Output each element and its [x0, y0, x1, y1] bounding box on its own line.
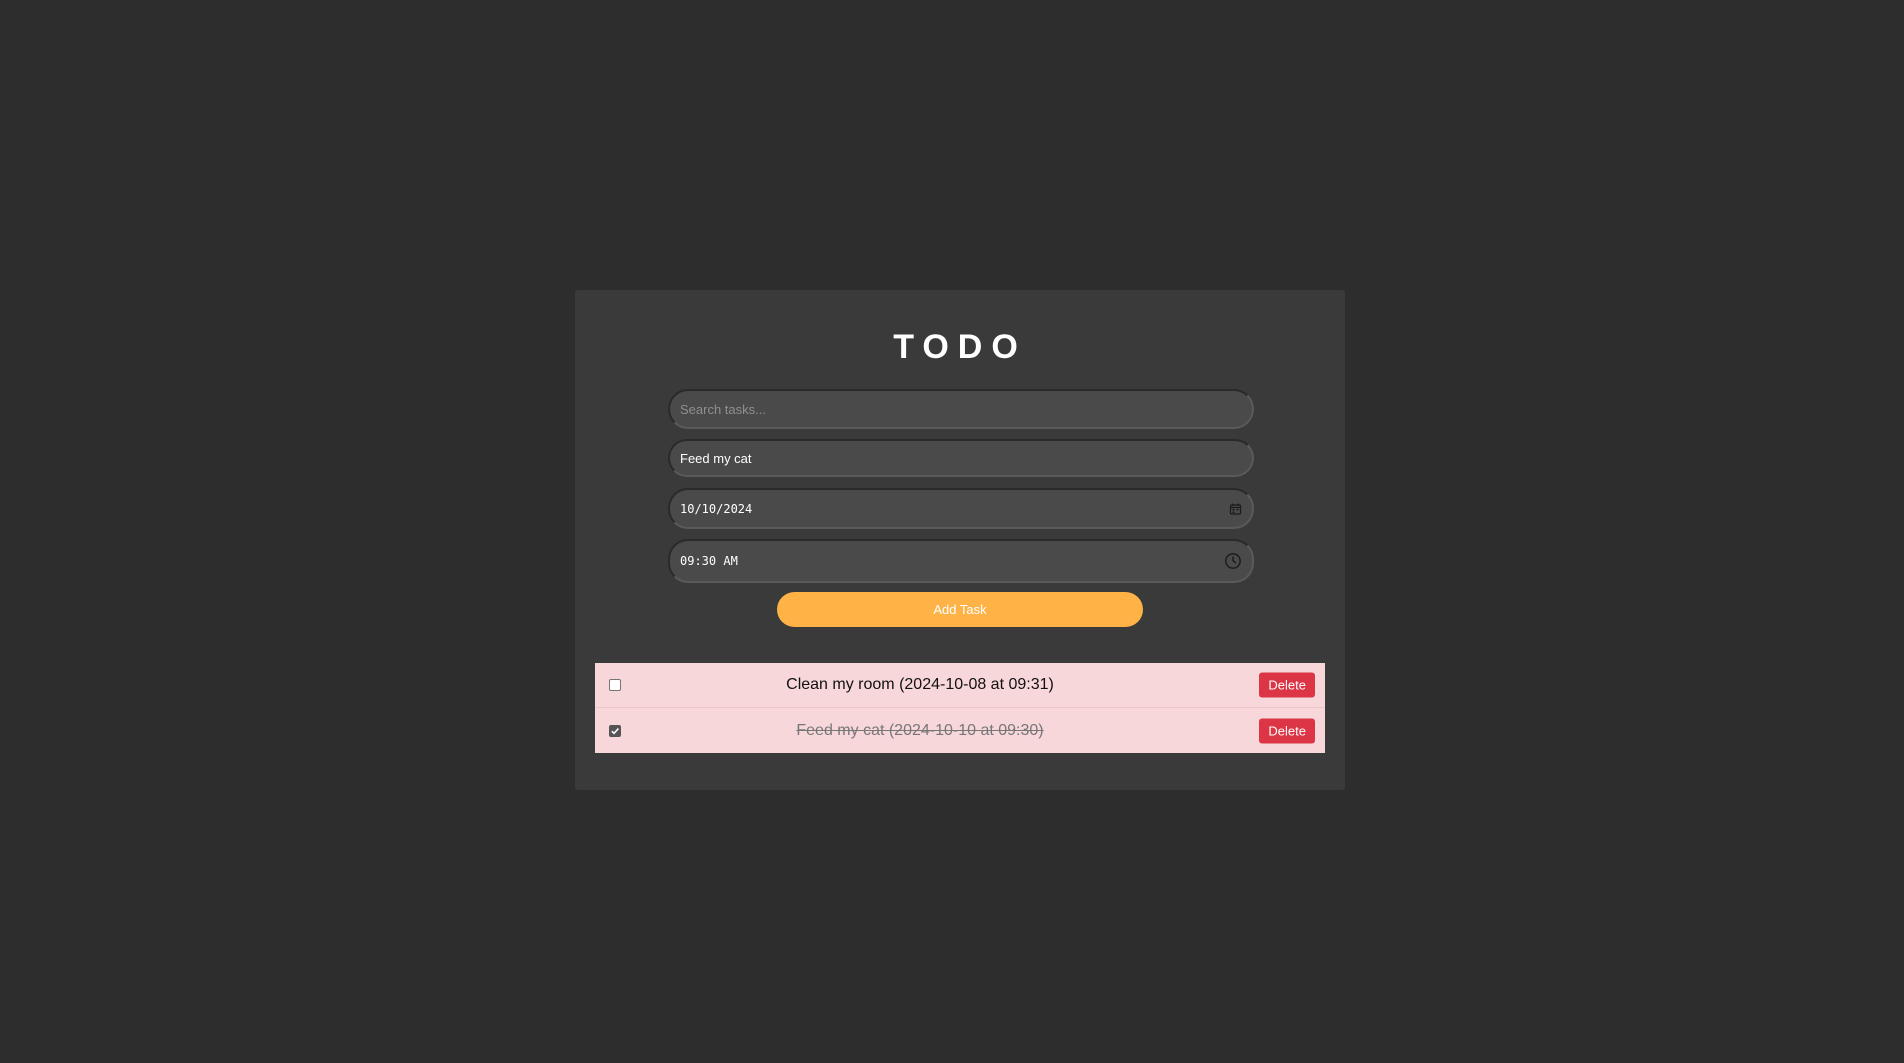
- task-text: Clean my room (2024-10-08 at 09:31): [786, 676, 1054, 693]
- task-checkbox[interactable]: [609, 724, 621, 737]
- search-placeholder: Search tasks...: [680, 401, 766, 417]
- task-input-value: Feed my cat: [680, 450, 752, 466]
- todo-card: TODO Search tasks... Feed my cat 10/10/2…: [575, 290, 1345, 790]
- search-input[interactable]: Search tasks...: [668, 389, 1254, 429]
- task-input[interactable]: Feed my cat: [668, 439, 1254, 477]
- delete-button[interactable]: Delete: [1259, 672, 1315, 698]
- time-input[interactable]: 09:30 AM: [668, 539, 1254, 583]
- clock-icon[interactable]: [1224, 552, 1242, 570]
- task-checkbox[interactable]: [609, 679, 621, 691]
- task-list: Clean my room (2024-10-08 at 09:31) Dele…: [595, 663, 1325, 753]
- date-input-value: 10/10/2024: [680, 501, 753, 516]
- checkmark-icon: [611, 727, 619, 735]
- time-input-value: 09:30 AM: [680, 554, 738, 568]
- task-item: Clean my room (2024-10-08 at 09:31) Dele…: [595, 663, 1325, 708]
- delete-button[interactable]: Delete: [1259, 718, 1315, 743]
- task-text: Feed my cat (2024-10-10 at 09:30): [796, 721, 1044, 739]
- add-task-button[interactable]: Add Task: [777, 592, 1143, 627]
- page-title: TODO: [893, 328, 1027, 366]
- date-input[interactable]: 10/10/2024: [668, 488, 1254, 529]
- calendar-icon[interactable]: [1229, 502, 1242, 515]
- task-item: Feed my cat (2024-10-10 at 09:30) Delete: [595, 708, 1325, 753]
